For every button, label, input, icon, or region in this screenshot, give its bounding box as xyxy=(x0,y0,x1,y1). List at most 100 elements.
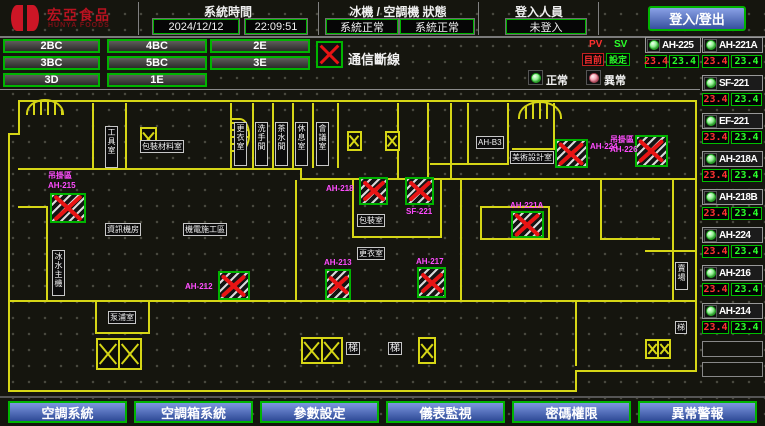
unit-name: AH-218A xyxy=(719,154,757,165)
unit-row-ah-214[interactable]: AH-214 xyxy=(702,303,763,319)
unit-row-ah-218b[interactable]: AH-218B xyxy=(702,189,763,205)
floor-button-5bc[interactable]: 5BC xyxy=(107,56,207,70)
unit-led-icon xyxy=(704,39,717,52)
nav-parameter-set-button[interactable]: 參數設定 xyxy=(260,401,379,423)
stairs-icon xyxy=(96,338,142,370)
normal-label: 正常 xyxy=(546,72,568,88)
abnormal-led-icon xyxy=(586,70,601,85)
room-label: 賣場 xyxy=(675,262,688,290)
unit-name: AH-214 xyxy=(719,306,750,317)
logo-subtitle: HUNYA FOODS xyxy=(48,22,110,29)
unit-pv-value: 23.4 xyxy=(702,55,729,68)
system-time-label: 系統時間 xyxy=(150,3,306,20)
unit-pv-value: 23.4 xyxy=(702,207,729,220)
unit-name: AH-224 xyxy=(719,230,750,241)
room-label: 機電施工區 xyxy=(183,223,227,236)
room-label: 更衣室 xyxy=(357,247,385,260)
stairs-icon xyxy=(385,131,400,151)
unit-label: 吊掛區 xyxy=(48,171,72,180)
setpoint-tag: 設定 xyxy=(606,53,630,66)
spiral-stairs-icon xyxy=(518,101,562,119)
ahu-offline-box-ah-226[interactable] xyxy=(635,135,668,167)
unit-row-sf-221[interactable]: SF-221 xyxy=(702,75,763,91)
unit-label: AH-212 xyxy=(185,282,213,291)
machine-status-label: 冰機 / 空調機 狀態 xyxy=(322,3,474,20)
nav-meter-monitor-button[interactable]: 儀表監視 xyxy=(386,401,505,423)
unit-label: SF-221 xyxy=(406,207,432,216)
ahu-offline-box-ah-217[interactable] xyxy=(417,267,446,298)
room-label: 包裝室 xyxy=(357,214,385,227)
unit-row-ah-216[interactable]: AH-216 xyxy=(702,265,763,281)
unit-led-icon xyxy=(704,191,717,204)
stairs-icon xyxy=(347,131,362,151)
room-label: 資訊機房 xyxy=(105,223,141,236)
hmi-screen: 宏亞食品 HUNYA FOODS 系統時間 2024/12/12 22:09:5… xyxy=(0,0,765,426)
login-person-label: 登入人員 xyxy=(486,3,592,20)
floor-button-3e[interactable]: 3E xyxy=(210,56,310,70)
unit-sv-value: 23.4 xyxy=(731,131,762,144)
floor-button-3bc[interactable]: 3BC xyxy=(3,56,100,70)
ahu-offline-box-ah-213[interactable] xyxy=(325,269,351,300)
floor-button-4bc[interactable]: 4BC xyxy=(107,39,207,53)
room-label: 美術設計室 xyxy=(510,151,554,164)
unit-pv-value: 23.4 xyxy=(702,321,729,334)
unit-led-icon xyxy=(704,153,717,166)
system-time-value: 22:09:51 xyxy=(245,19,307,34)
room-label: 泵浦室 xyxy=(108,311,136,324)
ahu-offline-box-ah-218[interactable] xyxy=(359,177,388,205)
unit-led-icon xyxy=(704,77,717,90)
room-label: 梯 xyxy=(346,342,360,355)
hunya-logo-icon xyxy=(8,3,42,33)
unit-name: SF-221 xyxy=(719,78,749,89)
sv-label: SV xyxy=(614,39,627,50)
unit-led-icon xyxy=(704,305,717,318)
nav-ahu-system-button[interactable]: 空調箱系統 xyxy=(134,401,253,423)
unit-name: AH-221A xyxy=(719,40,757,51)
bottom-nav-bar: 空調系統 空調箱系統 參數設定 儀表監視 密碼權限 異常警報 xyxy=(0,396,765,426)
current-tag: 目前 xyxy=(582,53,604,66)
ahu-offline-box-ah-212[interactable] xyxy=(218,271,250,300)
room-label: 梯 xyxy=(675,321,687,334)
stairs-icon xyxy=(418,337,436,364)
floor-button-1e[interactable]: 1E xyxy=(107,73,207,87)
nav-ac-system-button[interactable]: 空調系統 xyxy=(8,401,127,423)
unit-pv-value: 23.4 xyxy=(702,93,729,106)
room-label: 包裝材料室 xyxy=(140,140,184,153)
login-status-value: 未登入 xyxy=(506,19,586,34)
ahu-offline-box-ah-221a[interactable] xyxy=(511,211,544,238)
unit-sv-value: 23.4 xyxy=(731,93,762,106)
unit-label: AH-221A xyxy=(510,201,543,210)
floor-button-2bc[interactable]: 2BC xyxy=(3,39,100,53)
ahu-offline-box-ah-224[interactable] xyxy=(555,139,588,168)
unit-label: AH-217 xyxy=(416,257,444,266)
unit-name: AH-216 xyxy=(719,268,750,279)
unit-row-ah-218a[interactable]: AH-218A xyxy=(702,151,763,167)
login-logout-button[interactable]: 登入/登出 xyxy=(648,6,746,31)
unit-name: AH-225 xyxy=(662,40,693,51)
nav-password-perm-button[interactable]: 密碼權限 xyxy=(512,401,631,423)
unit-label: 吊掛區 xyxy=(610,135,634,144)
floor-button-3d[interactable]: 3D xyxy=(3,73,100,87)
nav-alarm-button[interactable]: 異常警報 xyxy=(638,401,757,423)
room-label: 休息室 xyxy=(295,122,308,166)
unit-sv-value: 23.4 xyxy=(731,55,762,68)
unit-sv-value: 23.4 xyxy=(731,321,762,334)
unit-row-ef-221[interactable]: EF-221 xyxy=(702,113,763,129)
unit-row-ah-225[interactable]: AH-225 xyxy=(645,37,701,53)
unit-row-ah-221a[interactable]: AH-221A xyxy=(702,37,763,53)
system-date-value: 2024/12/12 xyxy=(153,19,239,34)
unit-name: EF-221 xyxy=(719,116,749,127)
comm-disconnect-label: 通信斷線 xyxy=(348,49,400,68)
header-bar: 宏亞食品 HUNYA FOODS 系統時間 2024/12/12 22:09:5… xyxy=(0,0,765,38)
pv-label: PV xyxy=(589,39,602,50)
abnormal-label: 異常 xyxy=(604,72,626,88)
room-label: 洗手間 xyxy=(255,122,268,166)
room-label: 冰水主機 xyxy=(52,250,65,296)
unit-name: AH-218B xyxy=(719,192,757,203)
ahu-offline-box-sf-221[interactable] xyxy=(405,177,434,205)
ahu-offline-box-ah-215[interactable] xyxy=(50,193,86,223)
unit-sv-value: 23.4 xyxy=(731,245,762,258)
unit-row-ah-224[interactable]: AH-224 xyxy=(702,227,763,243)
room-label: 更衣室 xyxy=(234,122,247,166)
floor-button-2e[interactable]: 2E xyxy=(210,39,310,53)
